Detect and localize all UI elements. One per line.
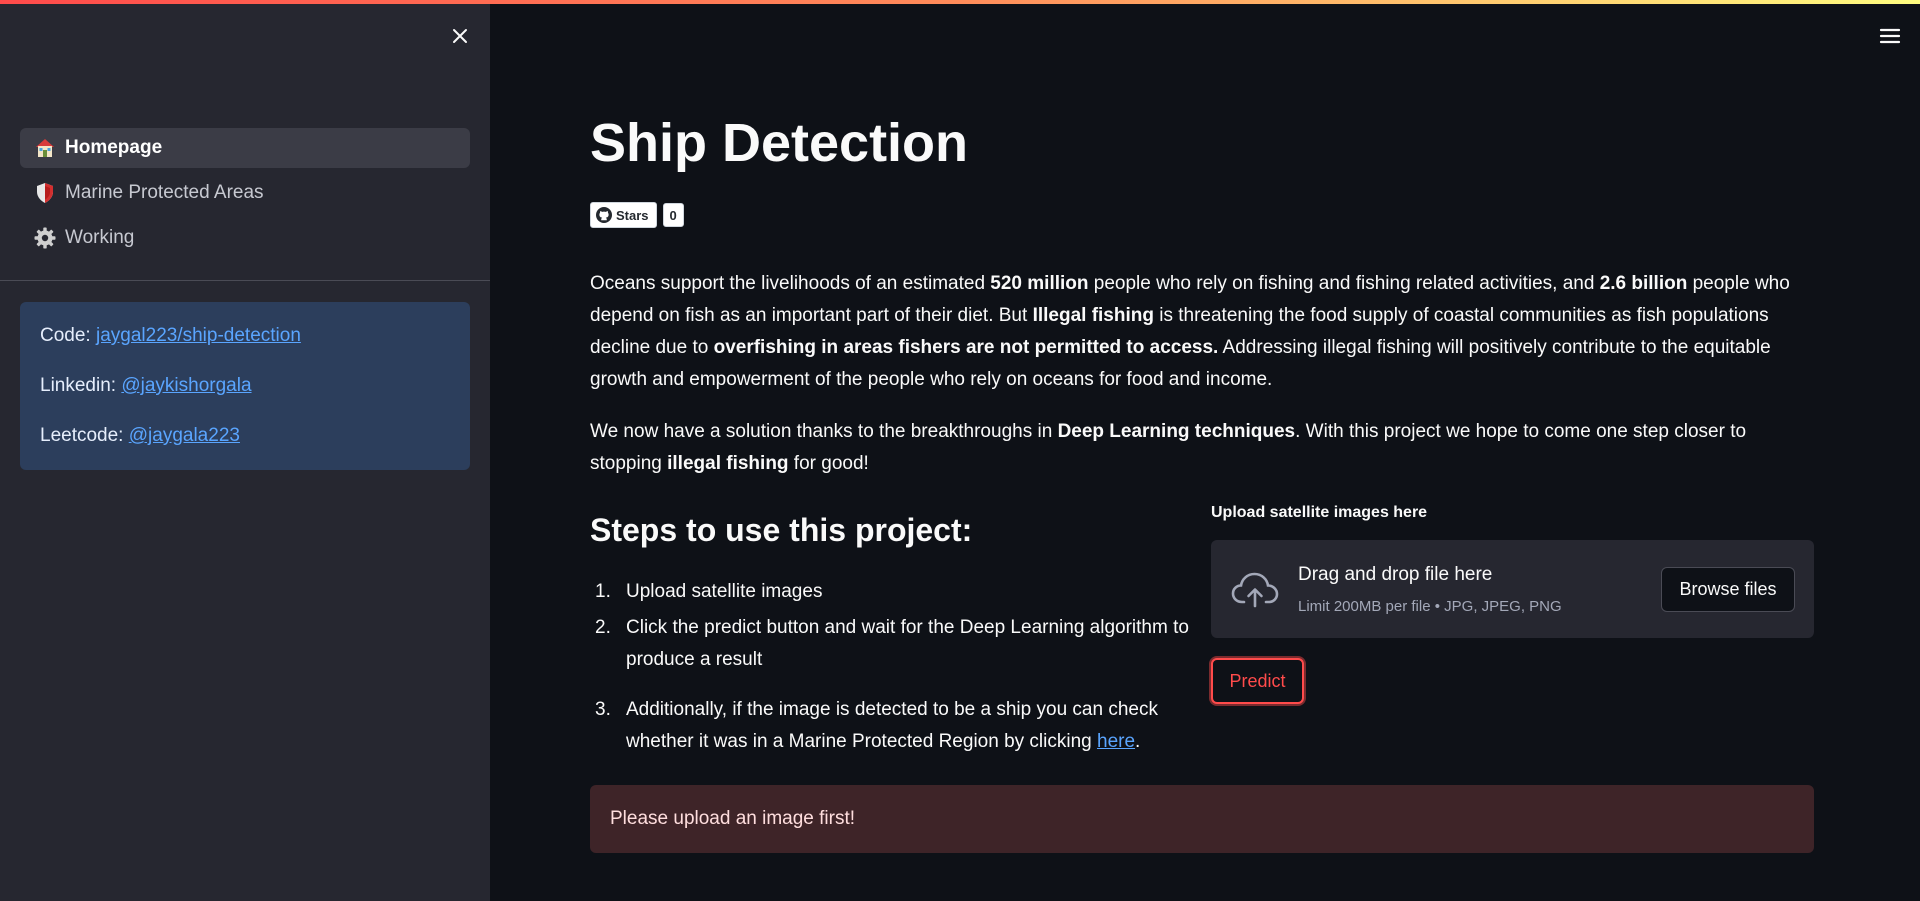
linkedin-line: Linkedin: @jaykishorgala xyxy=(40,374,450,424)
dropzone-title: Drag and drop file here xyxy=(1298,564,1493,585)
cloud-upload-icon xyxy=(1231,572,1279,608)
step-number: 3. xyxy=(595,699,611,720)
nav-item-label: Marine Protected Areas xyxy=(65,182,264,203)
step-text-container: Additionally, if the image is detected t… xyxy=(626,694,1190,758)
step-item: 3. Additionally, if the image is detecte… xyxy=(590,694,1190,758)
top-decoration-bar xyxy=(0,0,1920,4)
github-icon xyxy=(596,207,612,223)
intro-text-1: Oceans support the livelihoods of an est… xyxy=(590,273,991,294)
step-item: 1. Upload satellite images xyxy=(590,576,1190,608)
nav-item-marine-protected-areas[interactable]: Marine Protected Areas xyxy=(20,173,470,213)
leetcode-link[interactable]: @jaygala223 xyxy=(129,425,240,446)
code-line: Code: jaygal223/ship-detection xyxy=(40,324,450,374)
page-title: Ship Detection xyxy=(590,113,969,173)
github-stars-badge[interactable]: Stars 0 xyxy=(590,202,684,228)
step-text: Additionally, if the image is detected t… xyxy=(626,699,1158,752)
intro-bold-1: 520 million xyxy=(990,273,1089,294)
gear-icon xyxy=(32,225,58,251)
hamburger-menu-icon xyxy=(1879,28,1901,44)
nav-item-label: Homepage xyxy=(65,137,163,158)
leetcode-label: Leetcode: xyxy=(40,425,124,446)
intro-paragraph: Oceans support the livelihoods of an est… xyxy=(590,268,1814,396)
intro-bold-2: 2.6 billion xyxy=(1599,273,1688,294)
leetcode-line: Leetcode: @jaygala223 xyxy=(40,424,450,474)
linkedin-label: Linkedin: xyxy=(40,375,117,396)
code-label: Code: xyxy=(40,325,91,346)
step-item: 2. Click the predict button and wait for… xyxy=(590,612,1190,676)
intro-text-2: people who rely on fishing and fishing r… xyxy=(1088,273,1600,294)
dropzone-limit-text: Limit 200MB per file • JPG, JPEG, PNG xyxy=(1298,598,1562,615)
sidebar: Homepage Marine Protected Areas Working … xyxy=(0,0,490,901)
uploader-label: Upload satellite images here xyxy=(1211,504,1428,521)
error-alert: Please upload an image first! xyxy=(590,785,1814,853)
main-menu-button[interactable] xyxy=(1878,24,1902,48)
stars-label: Stars xyxy=(616,207,649,223)
close-icon xyxy=(453,29,467,43)
browse-files-button[interactable]: Browse files xyxy=(1661,567,1795,612)
solution-text-3: for good! xyxy=(788,453,869,474)
links-info-box: Code: jaygal223/ship-detection Linkedin:… xyxy=(20,302,470,470)
alert-message: Please upload an image first! xyxy=(610,808,856,829)
solution-paragraph: We now have a solution thanks to the bre… xyxy=(590,416,1814,480)
code-link[interactable]: jaygal223/ship-detection xyxy=(96,325,301,346)
file-dropzone[interactable]: Drag and drop file here Limit 200MB per … xyxy=(1211,540,1814,638)
intro-bold-3: Illegal fishing xyxy=(1032,305,1154,326)
predict-button[interactable]: Predict xyxy=(1211,658,1304,704)
solution-bold-2: illegal fishing xyxy=(667,453,789,474)
nav-item-working[interactable]: Working xyxy=(20,218,470,258)
here-link[interactable]: here xyxy=(1097,731,1135,752)
step-text-end: . xyxy=(1135,731,1141,752)
steps-heading: Steps to use this project: xyxy=(590,512,973,548)
nav-item-label: Working xyxy=(65,227,135,248)
page-navigation: Homepage Marine Protected Areas Working xyxy=(20,128,470,263)
solution-text-1: We now have a solution thanks to the bre… xyxy=(590,421,1058,442)
step-number: 1. xyxy=(595,581,611,602)
nav-item-homepage[interactable]: Homepage xyxy=(20,128,470,168)
github-stars-button[interactable]: Stars xyxy=(590,202,657,228)
step-text: Click the predict button and wait for th… xyxy=(626,617,1189,670)
stars-count: 0 xyxy=(662,203,684,227)
linkedin-link[interactable]: @jaykishorgala xyxy=(121,375,251,396)
steps-list: 1. Upload satellite images 2. Click the … xyxy=(590,576,1190,762)
solution-bold-1: Deep Learning techniques xyxy=(1057,421,1296,442)
intro-bold-4: overfishing in areas fishers are not per… xyxy=(713,337,1219,358)
house-icon xyxy=(32,135,58,161)
close-sidebar-button[interactable] xyxy=(446,22,474,50)
shield-icon xyxy=(32,180,58,206)
step-number: 2. xyxy=(595,617,611,638)
sidebar-divider xyxy=(0,280,490,281)
step-text: Upload satellite images xyxy=(626,581,823,602)
